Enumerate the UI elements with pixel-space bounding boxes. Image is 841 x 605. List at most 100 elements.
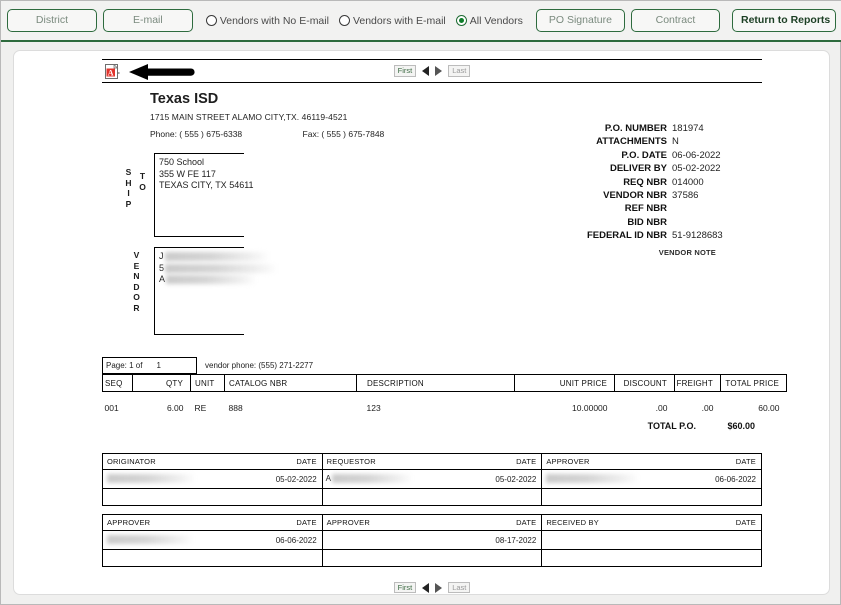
signature-blank-cell <box>541 488 762 506</box>
signature-date-label: DATE <box>516 457 537 466</box>
signature-date-label: DATE <box>735 518 756 527</box>
radio-vendors-with-email[interactable]: Vendors with E-mail <box>334 15 451 27</box>
signature-name: A <box>325 474 412 484</box>
signature-date: 05-02-2022 <box>275 475 317 484</box>
signature-role-label: REQUESTOR <box>326 457 376 466</box>
signature-date: 05-02-2022 <box>495 475 537 484</box>
signature-header-approver-3: APPROVER DATE <box>321 514 543 531</box>
line-items-table: SEQ QTY UNIT CATALOG NBR DESCRIPTION UNI… <box>102 374 787 415</box>
vendor-line: J <box>159 251 269 263</box>
signature-header-row: APPROVER DATE APPROVER DATE RECEIVED BY … <box>102 514 762 531</box>
po-signature-button[interactable]: PO Signature <box>535 9 625 32</box>
po-meta-value: N <box>672 136 679 148</box>
signature-value-approver: 06-06-2022 <box>541 469 762 489</box>
column-header-seq: SEQ <box>102 374 133 392</box>
vendor-phone: vendor phone: (555) 271-2277 <box>205 361 314 370</box>
signature-role-label: APPROVER <box>326 518 370 527</box>
signature-name <box>106 474 195 484</box>
organization-fax: Fax: ( 555 ) 675-7848 <box>302 129 385 139</box>
last-page-button[interactable]: Last <box>448 65 471 77</box>
signature-header-approver-2: APPROVER DATE <box>102 514 323 531</box>
total-po-value: $60.00 <box>727 421 755 431</box>
redaction-bar <box>166 275 257 285</box>
ship-to-block: SHIP TO 750 School 355 W FE 117 TEXAS CI… <box>124 153 762 241</box>
signature-header-received-by: RECEIVED BY DATE <box>541 514 762 531</box>
cell-freight: .00 <box>701 403 714 413</box>
table-row: 001 6.00 RE 888 123 10.00000 .00 .00 60.… <box>103 392 787 416</box>
vendor-line-text: A <box>159 274 166 284</box>
signature-header-approver: APPROVER DATE <box>541 453 762 470</box>
application-window: District E-mail Vendors with No E-mail V… <box>0 0 841 605</box>
return-to-reports-button[interactable]: Return to Reports <box>732 9 836 32</box>
column-header-discount: DISCOUNT <box>614 374 675 392</box>
signature-date: 06-06-2022 <box>275 536 317 545</box>
signature-name <box>545 474 639 484</box>
signature-blank-cell <box>541 549 762 567</box>
radio-dot-all-vendors[interactable] <box>455 15 467 26</box>
total-po-label: TOTAL P.O. <box>647 421 696 431</box>
signature-role-label: APPROVER <box>107 518 151 527</box>
column-header-qty: QTY <box>132 374 191 392</box>
cell-discount: .00 <box>655 403 668 413</box>
signature-table-originator: ORIGINATOR DATE REQUESTOR DATE APPROVER … <box>102 453 762 506</box>
vendor-line-text: J <box>159 251 164 261</box>
cell-catalog-nbr: 888 <box>228 403 243 413</box>
vendor-filter-radio-group: Vendors with No E-mail Vendors with E-ma… <box>201 15 528 27</box>
first-page-button[interactable]: First <box>393 581 417 594</box>
cell-description: 123 <box>366 403 381 413</box>
signature-name-text: A <box>325 474 331 483</box>
signature-role-label: ORIGINATOR <box>107 457 156 466</box>
redaction-bar <box>546 474 639 484</box>
next-page-icon[interactable] <box>435 66 443 76</box>
ship-to-address: 750 School 355 W FE 117 TEXAS CITY, TX 5… <box>155 154 254 195</box>
cell-qty: 6.00 <box>166 403 184 413</box>
report-toolbar-top: A First Last <box>102 59 762 83</box>
po-meta-value: 181974 <box>672 123 704 134</box>
signature-value-row: 05-02-2022 A 05-02-2022 06-06-2022 <box>102 469 762 489</box>
total-po-row: TOTAL P.O. $60.00 <box>102 421 762 431</box>
ship-to-label-to: TO <box>139 171 146 192</box>
cell-unit: RE <box>194 403 207 413</box>
signature-date: 06-06-2022 <box>715 475 756 484</box>
signature-blank-cell <box>321 549 543 567</box>
vendor-line: 5 <box>159 263 278 275</box>
radio-vendors-with-no-email[interactable]: Vendors with No E-mail <box>201 15 334 27</box>
signature-date-label: DATE <box>516 518 537 527</box>
radio-label-no-email: Vendors with No E-mail <box>219 14 329 27</box>
ship-to-line: 750 School <box>159 157 205 167</box>
organization-name: Texas ISD <box>150 91 219 107</box>
page-and-phone-bar: Page: 1 of 1 vendor phone: (555) 271-227… <box>102 357 762 374</box>
signature-blank-cell <box>102 549 323 567</box>
signature-header-row: ORIGINATOR DATE REQUESTOR DATE APPROVER … <box>102 453 762 470</box>
cell-seq: 001 <box>104 403 119 413</box>
last-page-button[interactable]: Last <box>448 581 471 594</box>
radio-label-with-email: Vendors with E-mail <box>352 14 446 27</box>
po-meta-row: ATTACHMENTS N <box>587 136 744 149</box>
radio-all-vendors[interactable]: All Vendors <box>451 15 528 27</box>
column-header-freight: FREIGHT <box>674 374 721 392</box>
contract-button[interactable]: Contract <box>630 9 720 32</box>
next-page-icon[interactable] <box>435 582 443 593</box>
vendor-address: J 5 A <box>155 248 278 289</box>
radio-dot-no-email[interactable] <box>205 15 217 26</box>
redaction-bar <box>164 252 269 262</box>
pagination-controls-top: First Last <box>102 65 762 77</box>
page-indicator: Page: 1 of 1 <box>102 357 197 374</box>
radio-dot-with-email[interactable] <box>338 15 350 26</box>
district-button[interactable]: District <box>7 9 97 32</box>
table-header-row: SEQ QTY UNIT CATALOG NBR DESCRIPTION UNI… <box>102 374 787 392</box>
cell-unit-price: 10.00000 <box>572 403 608 413</box>
signature-date-label: DATE <box>296 518 317 527</box>
signature-blank-row <box>102 488 762 506</box>
email-button[interactable]: E-mail <box>102 9 193 32</box>
pagination-controls-bottom: First Last <box>102 581 762 594</box>
vendor-block: VENDOR J 5 A <box>124 247 762 339</box>
signature-date: 08-17-2022 <box>495 536 537 545</box>
first-page-button[interactable]: First <box>393 65 417 77</box>
previous-page-icon[interactable] <box>422 582 430 593</box>
redaction-bar <box>332 474 412 484</box>
previous-page-icon[interactable] <box>422 66 430 76</box>
signature-value-requestor: A 05-02-2022 <box>321 469 543 489</box>
radio-label-all-vendors: All Vendors <box>469 14 523 27</box>
signature-header-originator: ORIGINATOR DATE <box>102 453 323 470</box>
